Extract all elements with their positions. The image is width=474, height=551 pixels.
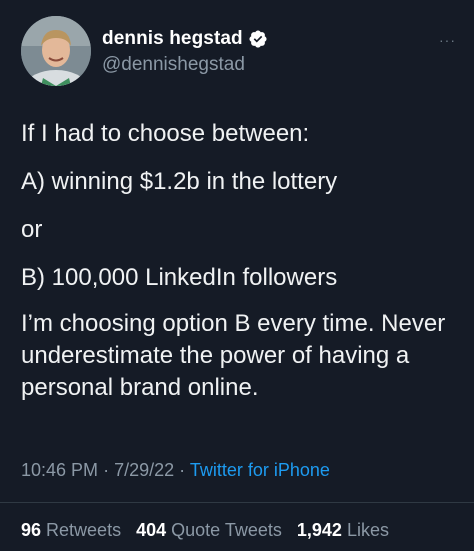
display-name[interactable]: dennis hegstad: [102, 28, 243, 50]
retweets-count: 96: [21, 520, 42, 540]
divider: [0, 502, 474, 503]
tweet-date[interactable]: 7/29/22: [114, 460, 174, 480]
display-name-row: dennis hegstad: [102, 28, 268, 50]
likes-label: Likes: [346, 520, 389, 540]
retweets-label: Retweets: [46, 520, 122, 540]
likes-stat[interactable]: 1,942 Likes: [297, 520, 389, 540]
separator: ·: [179, 460, 186, 480]
tweet-meta: 10:46 PM · 7/29/22 · Twitter for iPhone: [21, 460, 330, 481]
tweet-time[interactable]: 10:46 PM: [21, 460, 98, 480]
profile-photo-icon: [21, 16, 91, 86]
tweet-source-link[interactable]: Twitter for iPhone: [190, 460, 330, 480]
tweet-line: If I had to choose between:: [21, 120, 310, 147]
tweet-line: B) 100,000 LinkedIn followers: [21, 264, 338, 291]
handle[interactable]: @dennishegstad: [102, 54, 268, 76]
quote-tweets-stat[interactable]: 404 Quote Tweets: [136, 520, 282, 540]
author-info: dennis hegstad @dennishegstad: [102, 28, 268, 76]
avatar[interactable]: [21, 16, 91, 86]
tweet-line: I’m choosing option B every time. Never …: [21, 310, 446, 401]
tweet-line: or: [21, 216, 43, 243]
retweets-stat[interactable]: 96 Retweets: [21, 520, 121, 540]
separator: ·: [103, 460, 110, 480]
quote-tweets-label: Quote Tweets: [171, 520, 282, 540]
tweet-text: If I had to choose between: A) winning $…: [21, 118, 461, 404]
verified-badge-icon: [248, 29, 268, 49]
likes-count: 1,942: [296, 520, 342, 540]
tweet-stats: 96 Retweets 404 Quote Tweets 1,942 Likes: [21, 520, 399, 541]
tweet-line: A) winning $1.2b in the lottery: [21, 168, 338, 195]
more-options-icon[interactable]: ···: [439, 32, 456, 48]
quote-tweets-count: 404: [136, 520, 167, 540]
